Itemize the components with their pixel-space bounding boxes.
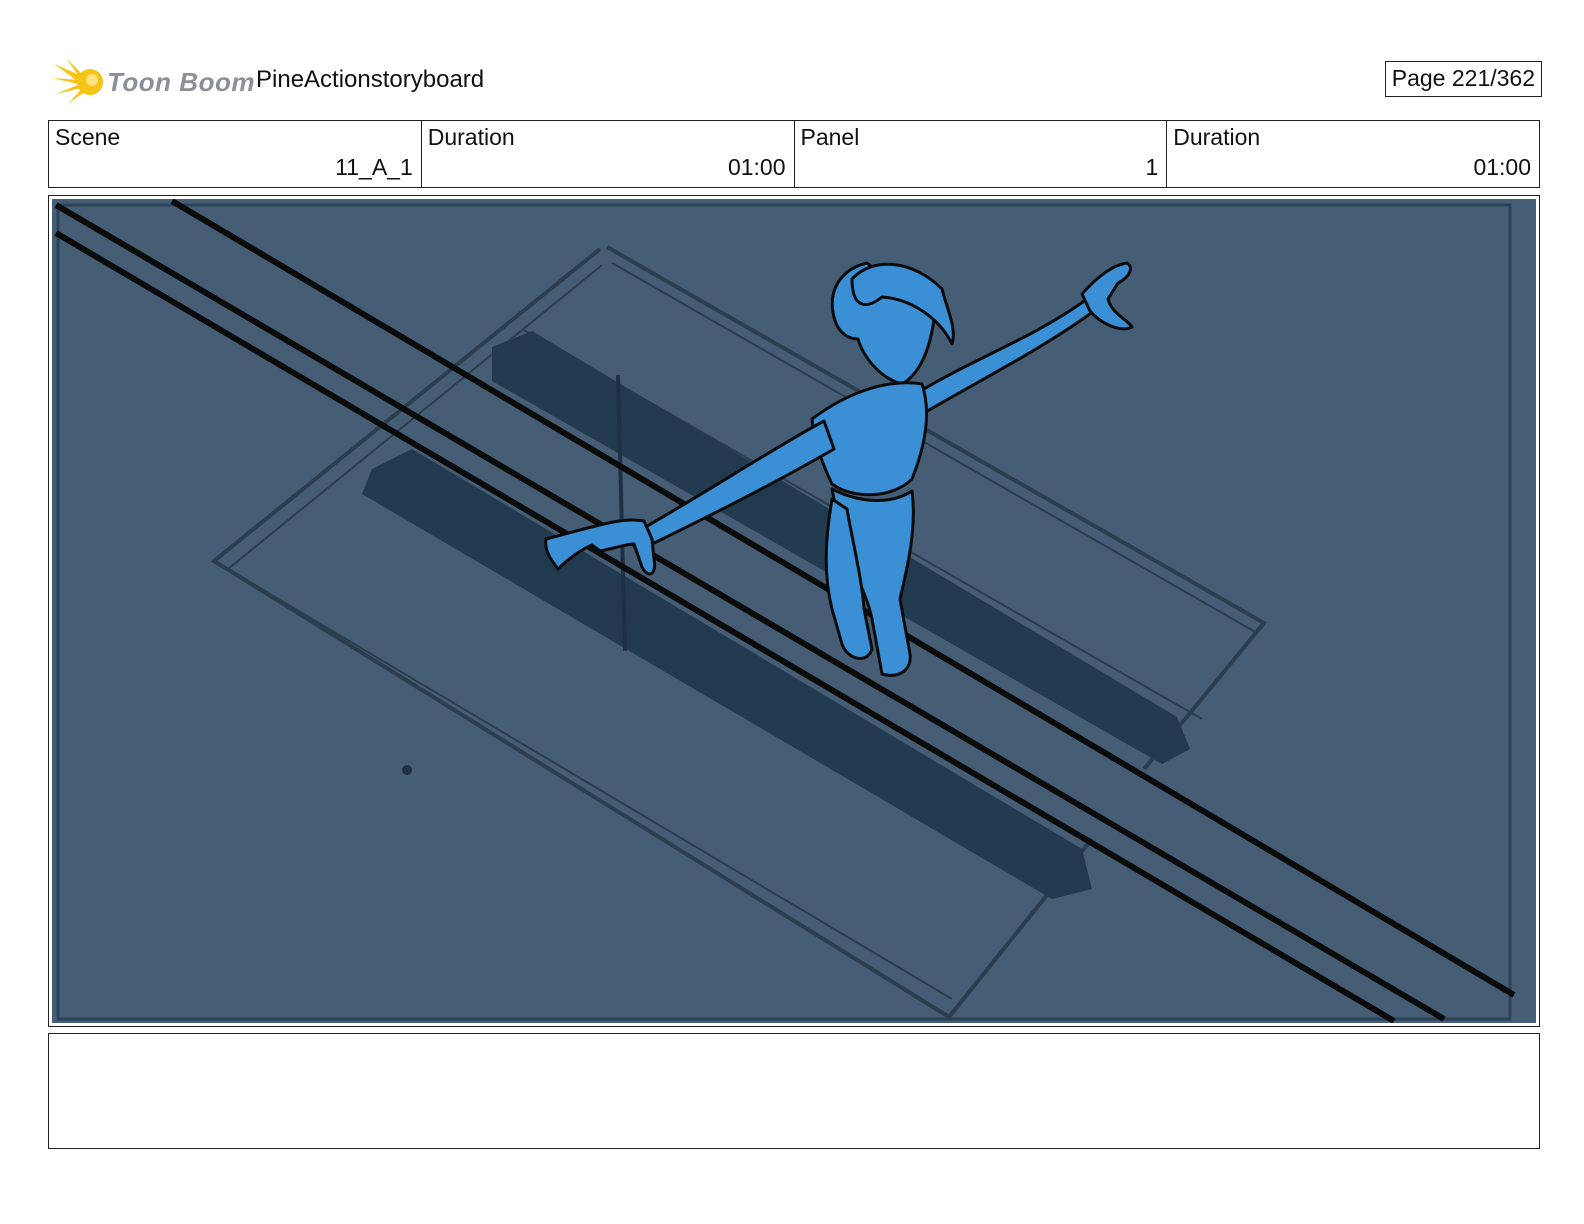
panel-label: Panel [800, 124, 860, 150]
scene-label: Scene [55, 124, 121, 150]
panel-drawing [52, 199, 1536, 1023]
panel-value: 1 [1145, 154, 1159, 180]
project-title: PineActionstoryboard [256, 66, 485, 93]
panel-cell: Panel 1 [795, 121, 1168, 187]
scene-info-table: Scene 11_A_1 Duration 01:00 Panel 1 Dura… [48, 120, 1540, 188]
page-number: Page 221/362 [1384, 61, 1542, 97]
scene-cell: Scene 11_A_1 [49, 121, 422, 187]
panel-background [52, 199, 1536, 1023]
panel-duration-cell: Duration 01:00 [1167, 121, 1539, 187]
page-header: Toon Boom PineActionstoryboard Page 221/… [48, 52, 1542, 108]
panel-notes-box [48, 1033, 1540, 1149]
scene-duration-cell: Duration 01:00 [422, 121, 795, 187]
logo-wordmark: Toon Boom [107, 67, 255, 97]
shadow-dot [402, 765, 412, 775]
panel-duration-value: 01:00 [1473, 154, 1531, 180]
scene-value: 11_A_1 [335, 154, 413, 180]
starburst-icon [52, 58, 103, 104]
scene-duration-label: Duration [427, 124, 515, 150]
storyboard-panel [48, 195, 1540, 1027]
toon-boom-logo: Toon Boom [52, 56, 254, 108]
scene-duration-value: 01:00 [727, 154, 786, 180]
panel-duration-label: Duration [1173, 124, 1261, 150]
